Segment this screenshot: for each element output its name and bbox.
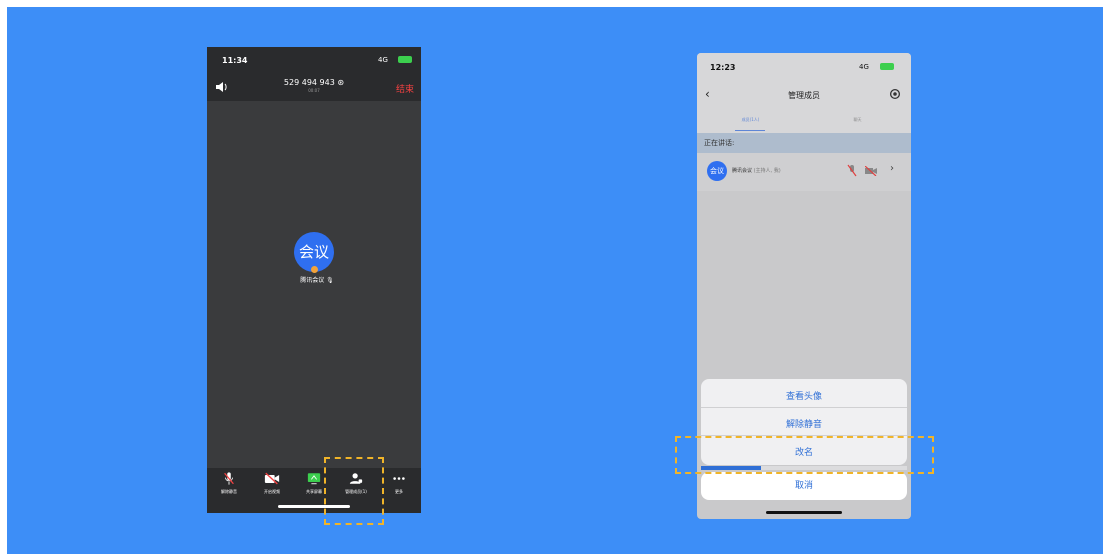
status-time: 11:34 <box>222 56 248 65</box>
home-indicator <box>766 511 842 514</box>
signal-indicator: 4G <box>859 63 869 71</box>
tab-chat[interactable]: 聊天 <box>804 117 911 123</box>
page-title: 管理成员 <box>788 91 820 100</box>
more-icon <box>393 477 405 480</box>
status-bar: 12:23 4G <box>697 53 911 81</box>
end-meeting-button[interactable]: 结束 <box>396 82 414 95</box>
divider <box>701 407 907 408</box>
camera-off-icon <box>264 472 280 485</box>
mic-off-icon[interactable] <box>847 164 857 178</box>
gear-icon[interactable] <box>888 87 902 101</box>
highlight-box <box>324 457 384 525</box>
participant-name: 腾讯会议 🎙 <box>300 277 334 284</box>
status-bar: 11:34 4G <box>207 47 421 75</box>
presentation-canvas <box>7 7 1103 554</box>
meeting-id: 529 494 943 <box>283 78 335 87</box>
battery-icon <box>880 63 894 70</box>
avatar: 会议 <box>707 161 727 181</box>
unmute-button[interactable]: 解除静音 <box>211 471 247 495</box>
tab-underline <box>735 130 765 131</box>
view-avatar-option[interactable]: 查看头像 <box>701 389 907 402</box>
meeting-header: 529 494 943 ⊛ 00:07 结束 <box>207 75 421 101</box>
mic-off-icon <box>224 472 234 485</box>
more-button[interactable]: 更多 <box>381 471 417 495</box>
chevron-right-icon: › <box>890 163 894 174</box>
shield-icon: ⊛ <box>337 78 345 87</box>
member-row[interactable]: 会议 腾讯会议 (主持人, 我) › <box>697 153 911 191</box>
meeting-screen: 11:34 4G 529 494 943 ⊛ 00:07 结束 会议 腾讯会议 … <box>207 47 421 513</box>
tab-bar: 成员(1人) 聊天 <box>697 109 911 133</box>
toolbar-label: 解除静音 <box>221 489 237 494</box>
member-name: 腾讯会议 (主持人, 我) <box>732 168 781 174</box>
tab-members[interactable]: 成员(1人) <box>697 117 804 123</box>
member-role: (主持人, 我) <box>753 168 781 174</box>
toolbar-label: 共享屏幕 <box>306 489 322 494</box>
cancel-button[interactable]: 取消 <box>701 472 907 500</box>
host-badge-icon <box>311 266 318 273</box>
status-time: 12:23 <box>710 63 736 72</box>
start-video-button[interactable]: 开启视频 <box>254 471 290 495</box>
speaking-section-header: 正在讲话: <box>697 133 911 153</box>
toolbar-label: 更多 <box>395 489 403 494</box>
unmute-option[interactable]: 解除静音 <box>701 417 907 430</box>
highlight-box <box>675 436 934 474</box>
mic-icon: 🎙 <box>326 277 334 284</box>
toolbar-label: 开启视频 <box>264 489 280 494</box>
meeting-info[interactable]: 529 494 943 ⊛ 00:07 <box>207 78 421 93</box>
nav-bar: ‹ 管理成员 <box>697 81 911 109</box>
battery-icon <box>398 56 412 63</box>
signal-indicator: 4G <box>378 56 388 64</box>
meeting-duration: 00:07 <box>308 88 320 93</box>
camera-off-icon[interactable] <box>865 166 877 176</box>
share-screen-icon <box>307 473 321 485</box>
